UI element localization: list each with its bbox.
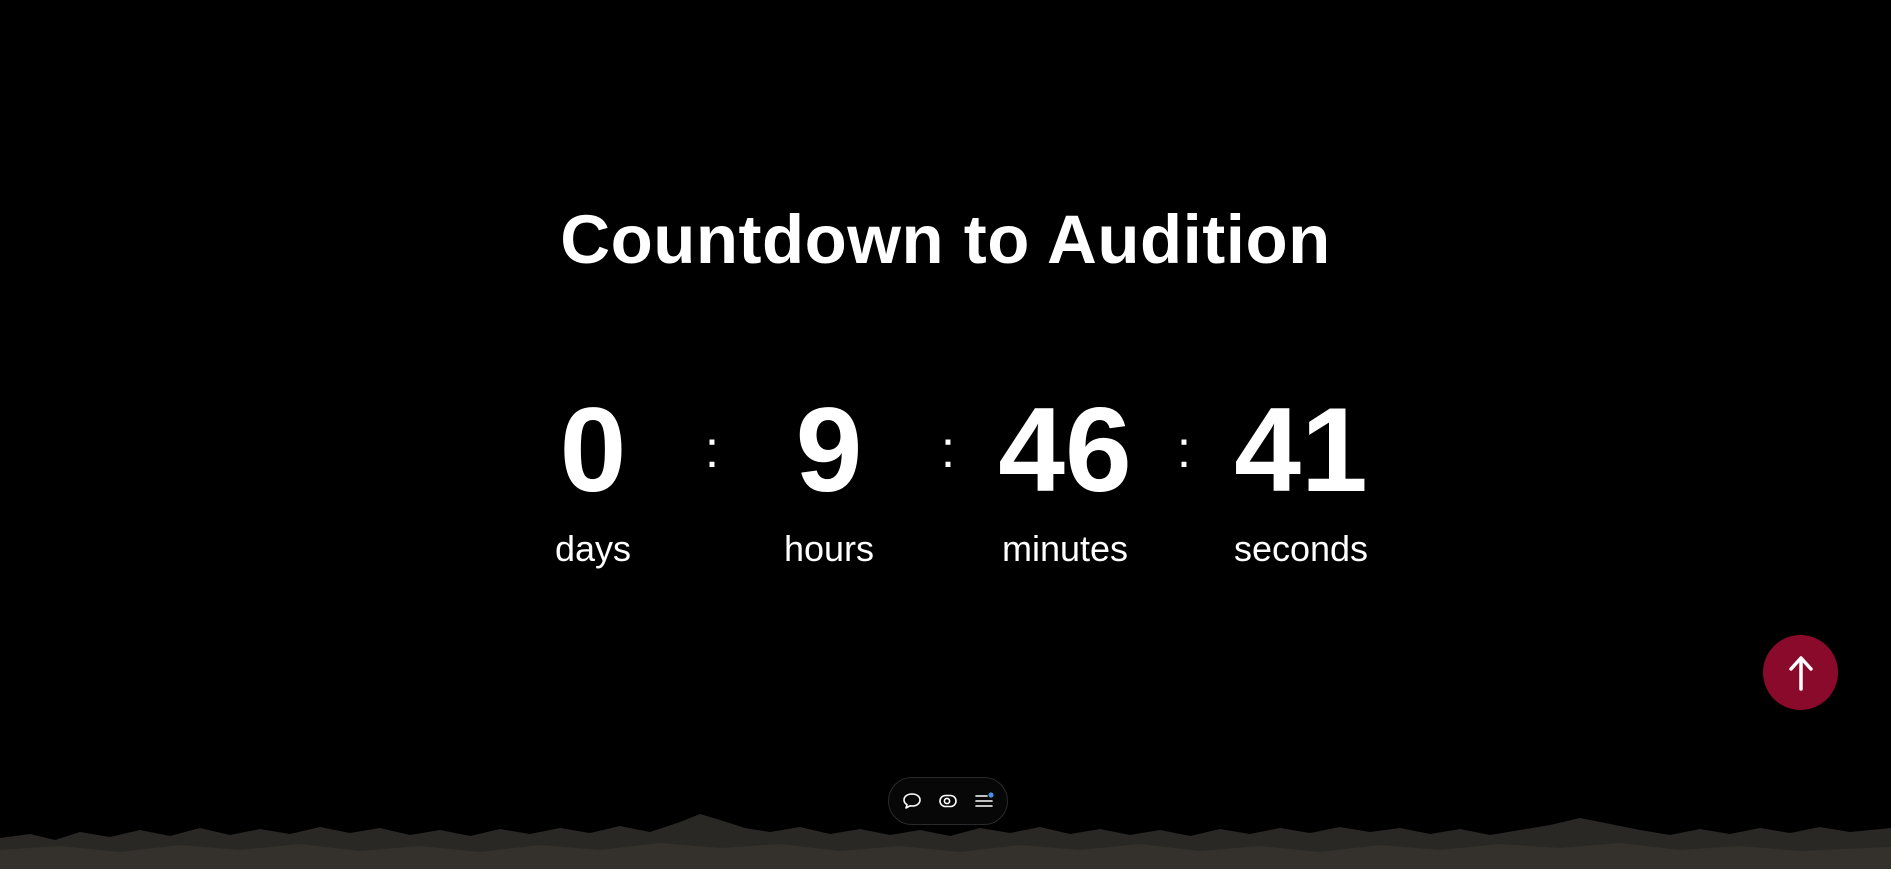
- countdown-hours: 9 hours: [729, 385, 929, 569]
- seconds-label: seconds: [1233, 528, 1369, 569]
- menu-list-icon: [975, 792, 994, 807]
- torn-ground-decoration: [0, 814, 1891, 869]
- minutes-value: 46: [998, 383, 1132, 517]
- preview-button[interactable]: [937, 790, 959, 812]
- separator: :: [1176, 421, 1192, 479]
- days-value: 0: [559, 383, 627, 517]
- notification-dot: [988, 792, 994, 798]
- separator: :: [940, 421, 956, 479]
- days-label: days: [554, 528, 632, 569]
- countdown-seconds: 41 seconds: [1201, 385, 1401, 569]
- countdown-minutes: 46 minutes: [965, 385, 1165, 569]
- menu-button[interactable]: [973, 790, 995, 812]
- arrow-up-icon: [1788, 655, 1813, 691]
- page-title: Countdown to Audition: [560, 201, 1331, 278]
- countdown-days: 0 days: [493, 385, 693, 569]
- hours-value: 9: [795, 383, 863, 517]
- comments-button[interactable]: [901, 790, 923, 812]
- hours-label: hours: [783, 528, 875, 569]
- chat-bubble-icon: [903, 793, 921, 809]
- separator: :: [704, 421, 720, 479]
- minutes-label: minutes: [1001, 528, 1129, 569]
- scroll-to-top-button[interactable]: [1763, 635, 1838, 710]
- eye-icon: [939, 794, 957, 808]
- seconds-value: 41: [1234, 383, 1368, 517]
